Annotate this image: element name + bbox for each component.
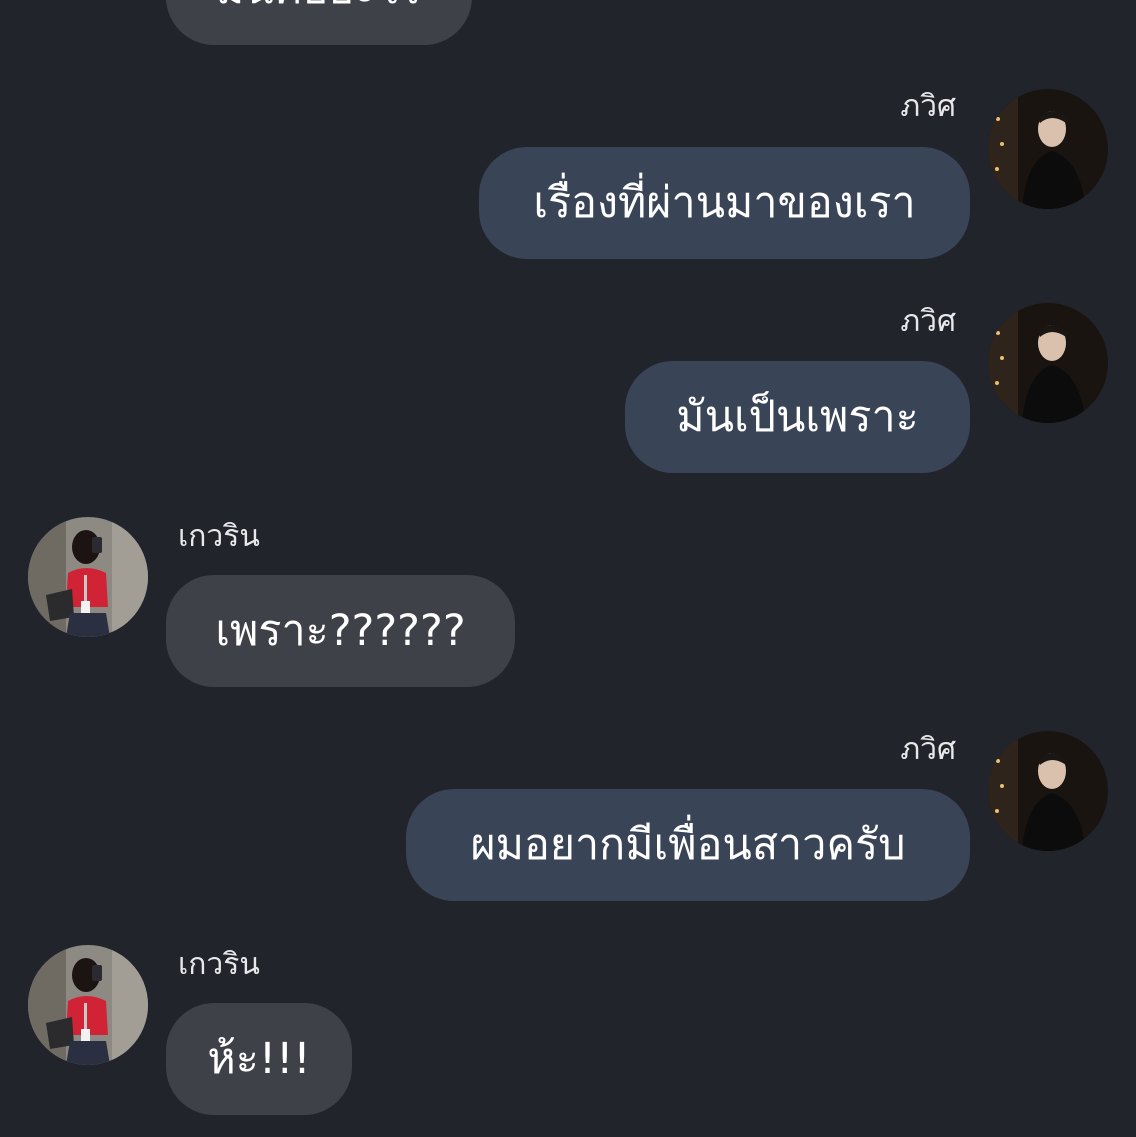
message-text: เรื่องที่ผ่านมาของเรา bbox=[533, 177, 916, 228]
avatar[interactable] bbox=[988, 89, 1108, 209]
message-bubble-outgoing[interactable]: มันเป็นเพราะ bbox=[625, 361, 970, 473]
sender-name: ภวิศ bbox=[900, 89, 956, 124]
message-text: เพราะ?????? bbox=[215, 605, 466, 656]
message-bubble-incoming[interactable]: ห้ะ!!! bbox=[166, 1003, 352, 1115]
message-bubble-incoming[interactable]: เพราะ?????? bbox=[166, 575, 515, 687]
message-text: ผมอยากมีเพื่อนสาวครับ bbox=[470, 819, 906, 870]
message-bubble-outgoing[interactable]: ผมอยากมีเพื่อนสาวครับ bbox=[406, 789, 970, 901]
avatar-woman-icon bbox=[28, 517, 148, 637]
avatar[interactable] bbox=[28, 517, 148, 637]
message-bubble-outgoing[interactable]: เรื่องที่ผ่านมาของเรา bbox=[479, 147, 970, 259]
avatar-man-icon bbox=[988, 89, 1108, 209]
avatar-man-icon bbox=[988, 731, 1108, 851]
message-bubble-incoming[interactable]: มันคืออะไร bbox=[166, 0, 472, 45]
avatar-woman-icon bbox=[28, 945, 148, 1065]
chat-thread: มันคืออะไร ภวิศ เรื่องที่ผ่านมาของเรา ภว… bbox=[0, 0, 1136, 1137]
avatar[interactable] bbox=[28, 945, 148, 1065]
message-text: มันคืออะไร bbox=[216, 0, 422, 11]
sender-name: เกวริน bbox=[178, 519, 260, 554]
message-text: มันเป็นเพราะ bbox=[676, 391, 919, 442]
avatar[interactable] bbox=[988, 303, 1108, 423]
avatar[interactable] bbox=[988, 731, 1108, 851]
sender-name: ภวิศ bbox=[900, 732, 956, 767]
sender-name: ภวิศ bbox=[900, 304, 956, 339]
message-text: ห้ะ!!! bbox=[207, 1033, 311, 1084]
sender-name: เกวริน bbox=[178, 947, 260, 982]
avatar-man-icon bbox=[988, 303, 1108, 423]
